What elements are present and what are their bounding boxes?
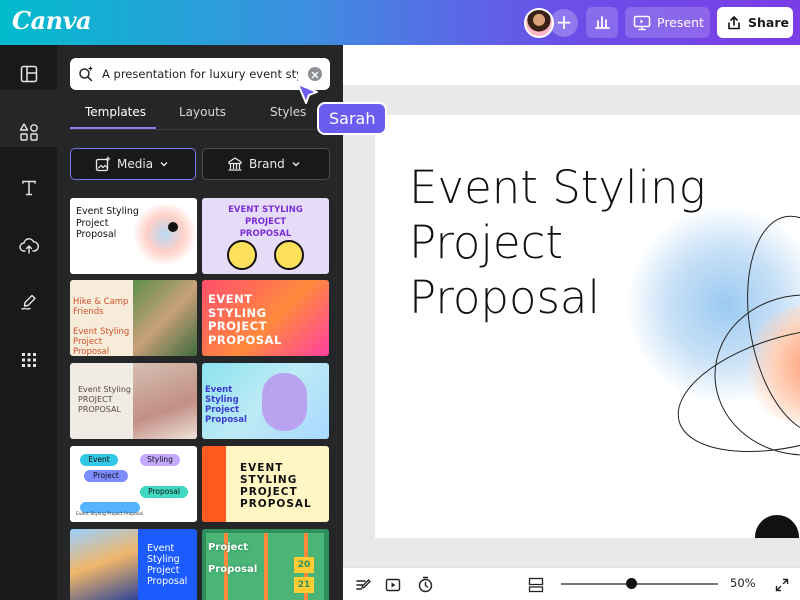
fullscreen-icon[interactable] — [775, 578, 789, 592]
play-icon[interactable] — [385, 577, 401, 593]
canva-logo[interactable]: Canva — [12, 6, 92, 35]
bar-chart-icon — [595, 16, 610, 29]
zoom-slider[interactable] — [561, 583, 718, 585]
template-thumbnail[interactable]: Project Proposal 20 21 — [202, 529, 329, 600]
templates-panel: Templates Layouts Styles Media Brand — [57, 45, 343, 600]
brand-filter-label: Brand — [249, 157, 285, 171]
magic-search-icon — [79, 66, 93, 82]
elements-icon — [19, 123, 38, 141]
template-text: Event Styling Project Proposal — [76, 512, 144, 517]
share-label: Share — [748, 15, 789, 30]
template-chip: Project — [84, 470, 128, 482]
layout-icon — [20, 65, 37, 83]
active-tab-indicator — [70, 127, 156, 129]
apps-icon — [21, 353, 36, 367]
template-thumbnail[interactable]: Event Styling Project Proposal — [202, 363, 329, 439]
share-icon — [728, 15, 740, 29]
search-input[interactable] — [102, 67, 298, 81]
template-thumbnail[interactable]: Event Styling PROJECT PROPOSAL — [70, 363, 197, 439]
template-thumbnail[interactable]: EVENT STYLING PROJECT PROPOSAL — [202, 280, 329, 356]
pages-icon[interactable] — [528, 577, 544, 593]
apps-tab-button[interactable] — [0, 335, 57, 385]
timer-icon[interactable] — [417, 576, 434, 593]
template-chip: Styling — [140, 454, 180, 466]
uploads-tab-button[interactable] — [0, 221, 57, 271]
chevron-down-icon — [160, 162, 168, 167]
canvas-toolbar — [343, 45, 800, 85]
template-text: Event Styling PROJECT PROPOSAL — [78, 385, 132, 414]
template-thumbnail[interactable]: Event Styling Project Proposal — [70, 198, 197, 274]
text-tab-button[interactable] — [0, 163, 57, 213]
zoom-value[interactable]: 50% — [730, 576, 756, 590]
template-chip: Event — [80, 454, 118, 466]
template-thumbnail[interactable]: Hike & Camp Friends Event Styling Projec… — [70, 280, 197, 356]
present-label: Present — [657, 15, 704, 30]
template-thumbnail[interactable]: Event Styling Project Proposal Event Sty… — [70, 446, 197, 522]
image-sparkle-icon — [95, 156, 111, 172]
template-text: EVENT STYLING PROJECT PROPOSAL — [240, 462, 312, 510]
slide-title[interactable]: Event Styling Project Proposal — [409, 160, 739, 325]
tab-templates[interactable]: Templates — [85, 105, 146, 119]
notes-icon[interactable] — [355, 577, 371, 593]
elements-tab-button[interactable] — [0, 107, 57, 157]
text-icon — [21, 180, 36, 196]
analytics-button[interactable] — [586, 7, 618, 38]
template-chip: Proposal — [140, 486, 188, 498]
bottom-bar: 50% — [343, 567, 800, 600]
clear-search-icon[interactable] — [308, 67, 322, 81]
brand-filter-button[interactable]: Brand — [202, 148, 330, 180]
template-text: Event Styling Project Proposal — [147, 543, 188, 587]
upload-icon — [18, 238, 39, 254]
brand-kit-icon — [228, 157, 242, 171]
template-thumbnail[interactable]: EVENT STYLING PROJECT PROPOSAL — [202, 198, 329, 274]
tab-divider — [70, 129, 330, 130]
add-collaborator-button[interactable]: + — [550, 9, 578, 37]
present-button[interactable]: Present — [625, 7, 710, 38]
chevron-down-icon — [292, 162, 300, 167]
template-number: 20 — [294, 557, 314, 573]
media-filter-label: Media — [117, 157, 154, 171]
template-text: EVENT STYLING PROJECT PROPOSAL — [208, 292, 282, 347]
collaborator-name-tag: Sarah — [317, 102, 388, 135]
design-tab-button[interactable] — [0, 49, 57, 99]
template-text: Hike & Camp Friends Event Styling Projec… — [73, 297, 130, 356]
canva-editor: Canva + Present Share A presentation for… — [0, 0, 800, 600]
draw-icon — [20, 294, 36, 310]
left-rail — [0, 45, 57, 600]
present-icon — [633, 15, 651, 30]
zoom-slider-handle[interactable] — [626, 578, 638, 589]
template-thumbnail[interactable]: EVENT STYLING PROJECT PROPOSAL — [202, 446, 329, 522]
slide-canvas[interactable]: Event Styling Project Proposal — [375, 115, 800, 538]
collaborator-cursor-icon — [297, 83, 318, 104]
template-number: 21 — [294, 577, 314, 593]
template-thumbnail[interactable]: Event Styling Project Proposal — [70, 529, 197, 600]
tab-styles[interactable]: Styles — [270, 105, 306, 119]
search-box[interactable] — [70, 58, 330, 90]
draw-tab-button[interactable] — [0, 277, 57, 327]
template-text: Project Proposal — [208, 542, 258, 575]
tab-layouts[interactable]: Layouts — [179, 105, 226, 119]
top-bar: Canva + Present Share — [0, 0, 800, 45]
media-filter-button[interactable]: Media — [70, 148, 196, 180]
template-text: Event Styling Project Proposal — [76, 206, 139, 240]
template-text: Event Styling Project Proposal — [205, 385, 247, 425]
template-text: EVENT STYLING PROJECT PROPOSAL — [228, 205, 303, 239]
share-button[interactable]: Share — [717, 7, 793, 38]
